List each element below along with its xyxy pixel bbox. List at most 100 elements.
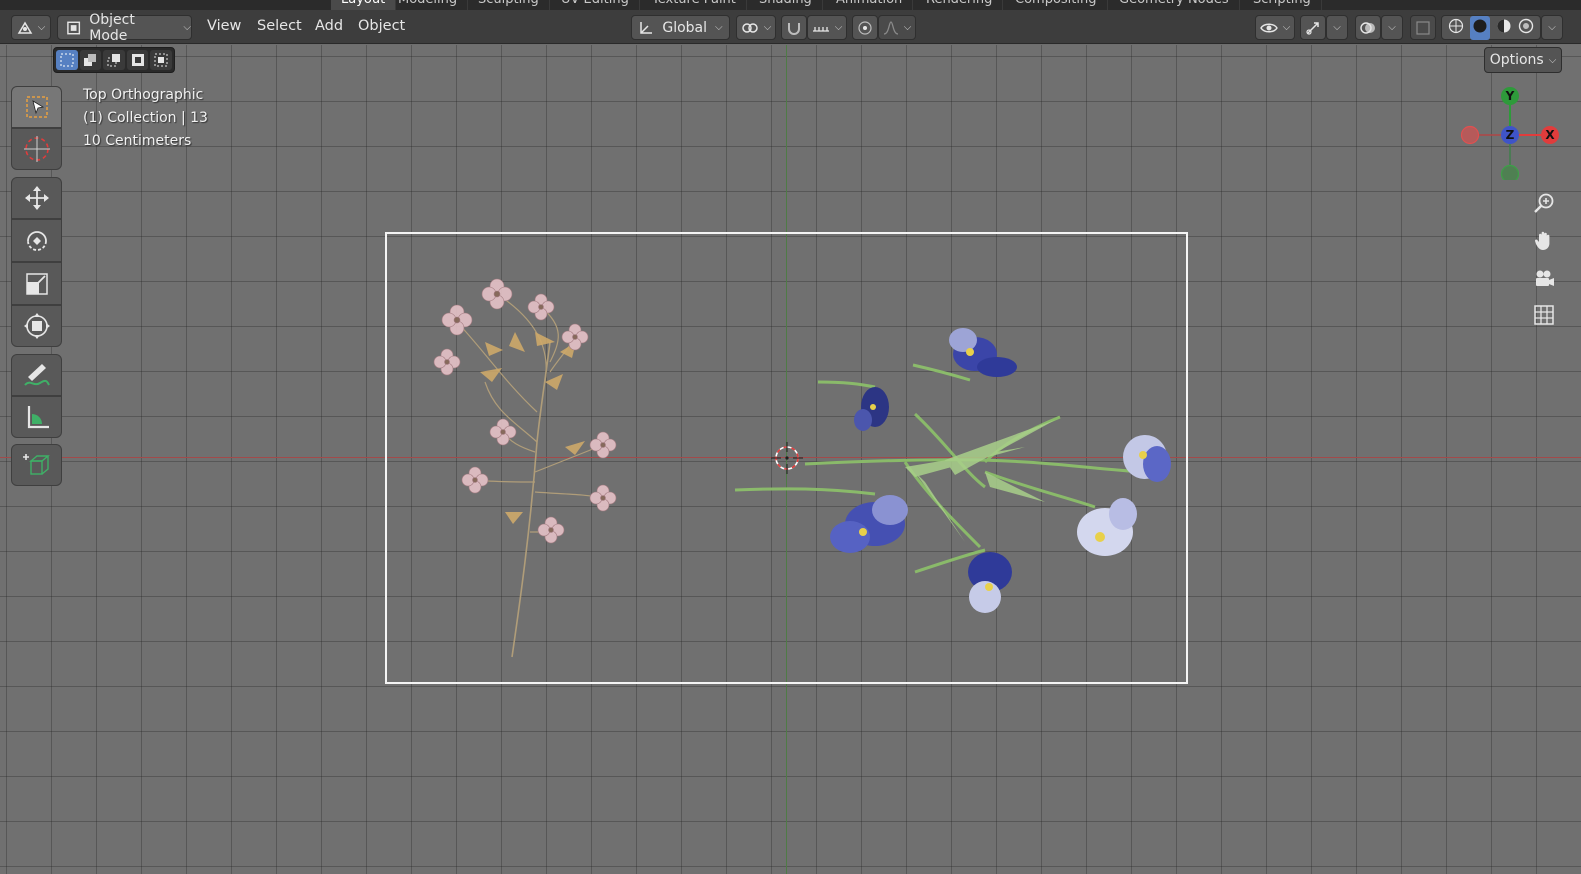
material-shading-icon[interactable]: [1496, 18, 1512, 38]
move-tool[interactable]: [11, 177, 62, 219]
gizmo-neg-x-handle[interactable]: [1460, 125, 1480, 145]
viola-flower: [968, 552, 1012, 613]
viola-flower: [830, 495, 908, 553]
tab-uv-editing[interactable]: UV Editing: [551, 0, 640, 10]
select-extend-button[interactable]: [79, 50, 102, 70]
measure-tool[interactable]: [11, 396, 62, 438]
snap-target-dropdown[interactable]: ⌵: [807, 15, 847, 40]
gizmo-dropdown[interactable]: ⌵: [1326, 15, 1348, 40]
proportional-edit-toggle[interactable]: [852, 15, 878, 40]
xray-icon: [1416, 20, 1430, 35]
camera-view-button[interactable]: [1530, 265, 1558, 293]
tab-rendering[interactable]: Rendering: [916, 0, 1004, 10]
measure-icon: [27, 406, 49, 429]
tab-shading[interactable]: Shading: [749, 0, 823, 10]
object-mode-icon: [67, 21, 81, 34]
gizmo-neg-y-handle[interactable]: [1500, 164, 1520, 181]
rotate-icon: [26, 230, 47, 251]
editor-type-button[interactable]: ⌵: [11, 15, 51, 40]
falloff-dropdown[interactable]: ⌵: [878, 15, 916, 40]
orientation-icon: [640, 21, 653, 34]
rotate-tool[interactable]: [11, 219, 62, 262]
pivot-point-button[interactable]: ⌵: [736, 15, 776, 40]
gizmo-y-label: Y: [1505, 89, 1515, 103]
chevron-down-icon: ⌵: [903, 22, 912, 33]
add-cube-icon: [22, 454, 50, 475]
grid-view-icon: [1534, 305, 1554, 325]
tab-geometry-nodes[interactable]: Geometry Nodes: [1109, 0, 1240, 10]
select-invert-button[interactable]: [126, 50, 149, 70]
select-subtract-icon: [107, 54, 120, 67]
navigation-gizmo[interactable]: Y X Z: [1455, 85, 1565, 180]
tab-compositing[interactable]: Compositing: [1005, 0, 1108, 10]
falloff-curve-icon: [883, 20, 898, 35]
orientation-dropdown[interactable]: Global ⌵: [631, 15, 730, 40]
pan-hand-icon: [1534, 231, 1550, 250]
3d-cursor[interactable]: [771, 442, 803, 474]
3d-viewport[interactable]: Top Orthographic (1) Collection | 13 10 …: [0, 45, 1581, 874]
overlays-dropdown[interactable]: ⌵: [1381, 15, 1403, 40]
overlays-icon: [1360, 21, 1375, 34]
cursor-tool[interactable]: [11, 128, 62, 170]
overlays-toggle[interactable]: [1355, 15, 1381, 40]
menu-add[interactable]: Add: [315, 15, 343, 40]
solid-shading-icon[interactable]: [1470, 15, 1490, 40]
gizmo-toggle[interactable]: [1300, 15, 1326, 40]
select-new-button[interactable]: [56, 50, 78, 70]
select-intersect-icon: [154, 53, 168, 67]
grid-view-button[interactable]: [1530, 301, 1558, 329]
viola-flower: [854, 387, 889, 431]
chevron-down-icon: ⌵: [37, 22, 46, 33]
select-subtract-button[interactable]: [103, 50, 125, 70]
add-cube-tool[interactable]: [11, 444, 62, 486]
pink-wildflower-bouquet[interactable]: [433, 278, 617, 658]
annotate-icon: [23, 364, 50, 386]
tab-layout[interactable]: Layout: [331, 0, 397, 10]
menu-view[interactable]: View: [207, 15, 241, 40]
snap-increment-icon: [812, 26, 829, 32]
tab-texture-paint[interactable]: Texture Paint: [642, 0, 747, 10]
mode-dropdown[interactable]: Object Mode ⌵: [57, 12, 192, 44]
wireframe-shading-icon[interactable]: [1448, 18, 1464, 38]
pan-button[interactable]: [1530, 227, 1558, 255]
options-dropdown[interactable]: Options ⌵: [1484, 47, 1562, 73]
tab-animation[interactable]: Animation: [826, 0, 914, 10]
shading-options-dropdown[interactable]: ⌵: [1541, 15, 1563, 40]
options-label: Options: [1489, 52, 1544, 68]
chevron-down-icon: ⌵: [834, 22, 843, 33]
viewport-header: ⌵ Object Mode ⌵ View Select Add Object G…: [0, 10, 1581, 44]
tab-modeling[interactable]: Modeling: [388, 0, 469, 10]
visibility-dropdown[interactable]: ⌵: [1255, 15, 1295, 40]
transform-icon: [23, 313, 50, 339]
select-box-tool[interactable]: [11, 86, 62, 128]
zoom-button[interactable]: [1530, 189, 1558, 217]
gizmo-toggle-icon: [1306, 21, 1319, 35]
menu-object[interactable]: Object: [358, 15, 405, 40]
chevron-down-icon: ⌵: [1548, 22, 1556, 33]
scale-tool[interactable]: [11, 262, 62, 305]
menu-select[interactable]: Select: [257, 15, 302, 40]
annotate-tool[interactable]: [11, 354, 62, 396]
select-intersect-button[interactable]: [150, 50, 172, 70]
scale-icon: [25, 272, 48, 295]
gizmo-x-label: X: [1545, 128, 1555, 142]
camera-view-icon: [1536, 270, 1554, 286]
collection-info-text: (1) Collection | 13: [83, 110, 208, 126]
grid-scale-text: 10 Centimeters: [83, 133, 192, 149]
transform-tool[interactable]: [11, 305, 62, 347]
view-name-text: Top Orthographic: [83, 87, 204, 103]
tab-scripting[interactable]: Scripting: [1243, 0, 1322, 10]
snap-toggle[interactable]: [781, 15, 807, 40]
magnet-icon: [788, 22, 800, 35]
chevron-down-icon: ⌵: [1388, 22, 1396, 33]
rendered-shading-icon[interactable]: [1518, 18, 1534, 38]
mode-label: Object Mode: [89, 11, 135, 44]
tab-sculpting[interactable]: Sculpting: [468, 0, 550, 10]
chevron-down-icon: ⌵: [763, 22, 772, 33]
xray-toggle[interactable]: [1410, 15, 1436, 40]
editor-type-icon: [17, 21, 33, 34]
chevron-down-icon: ⌵: [1548, 54, 1557, 66]
select-extend-icon: [84, 54, 97, 66]
proportional-edit-icon: [858, 20, 872, 35]
viola-flower: [1123, 435, 1171, 482]
